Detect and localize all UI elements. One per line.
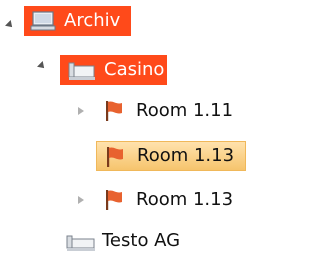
collapsed-arrow-icon[interactable] xyxy=(78,196,84,204)
tree-node-casino-row[interactable]: Casino xyxy=(60,55,167,85)
folder-building-icon xyxy=(68,62,95,80)
tree-node-room-1-13-row[interactable]: Room 1.13 xyxy=(96,141,246,171)
tree-node-testo-ag-row[interactable]: Testo AG xyxy=(60,226,200,256)
computer-icon xyxy=(30,11,56,31)
tree-node-label: Room 1.13 xyxy=(137,145,235,166)
flag-icon xyxy=(106,101,122,121)
flag-icon xyxy=(107,147,123,167)
collapsed-arrow-icon[interactable] xyxy=(78,107,84,115)
tree-node-label: Testo AG xyxy=(102,230,181,251)
building-icon xyxy=(66,235,95,251)
expand-arrow-icon[interactable] xyxy=(5,20,15,30)
tree-node-label: Archiv xyxy=(64,10,121,31)
flag-icon xyxy=(106,190,122,210)
tree-node-label: Room 1.13 xyxy=(136,189,234,210)
tree-node-room-1-13b-row[interactable]: Room 1.13 xyxy=(96,185,246,215)
tree-node-label: Casino xyxy=(104,59,165,80)
tree-node-archiv-row[interactable]: Archiv xyxy=(24,6,131,36)
expand-arrow-icon[interactable] xyxy=(37,61,47,71)
tree-node-label: Room 1.11 xyxy=(136,100,234,121)
tree-node-room-1-11-row[interactable]: Room 1.11 xyxy=(96,96,246,126)
